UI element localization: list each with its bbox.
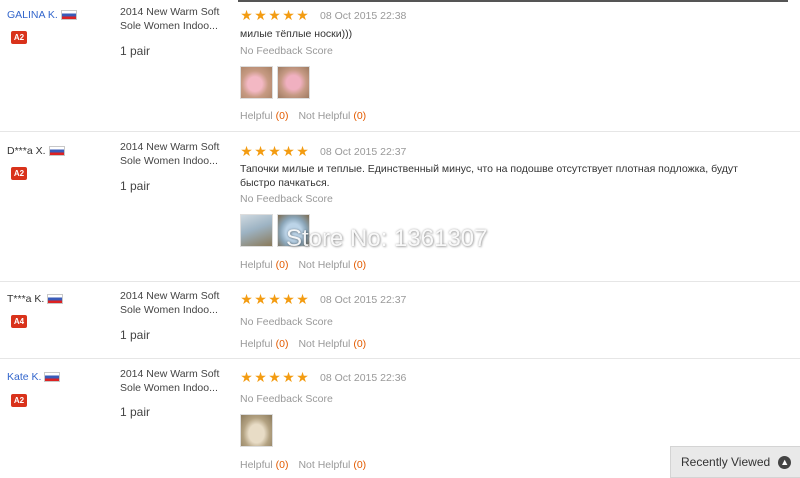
review-photo[interactable]	[240, 66, 273, 99]
russia-flag-icon	[44, 372, 61, 382]
review-comment: Тапочки милые и теплые. Единственный мин…	[240, 163, 738, 189]
review-photo[interactable]	[240, 414, 273, 447]
store-watermark: Store No: 1361307	[286, 225, 488, 252]
review-date: 08 Oct 2015 22:37	[320, 146, 407, 158]
russia-flag-icon	[47, 294, 64, 304]
chevron-up-icon: ▲	[778, 455, 792, 469]
product-name[interactable]: 2014 New Warm Soft Sole Women Indoo...	[120, 289, 228, 317]
review-photo[interactable]	[277, 66, 310, 99]
star-icon: ★	[282, 7, 295, 23]
product-name[interactable]: 2014 New Warm Soft Sole Women Indoo...	[120, 140, 228, 168]
star-icon: ★	[282, 369, 295, 385]
star-icon: ★	[296, 291, 309, 307]
star-rating: ★ ★ ★ ★ ★	[240, 143, 309, 159]
review-row: GALINA K. A2 2014 New Warm Soft Sole Wom…	[0, 0, 800, 132]
review-comment: милые тёплые носки)))	[240, 28, 353, 40]
star-icon: ★	[254, 369, 267, 385]
product-name[interactable]: 2014 New Warm Soft Sole Women Indoo...	[120, 367, 228, 395]
star-icon: ★	[240, 7, 253, 23]
helpful-votes: Helpful (0) Not Helpful (0)	[240, 338, 366, 350]
quantity: 1 pair	[120, 44, 151, 58]
review-date: 08 Oct 2015 22:37	[320, 294, 407, 306]
helpful-button[interactable]: Helpful (0)	[240, 110, 288, 122]
star-icon: ★	[254, 291, 267, 307]
review-row: T***a K. A4 2014 New Warm Soft Sole Wome…	[0, 282, 800, 359]
star-icon: ★	[240, 143, 253, 159]
review-row: D***a X. A2 2014 New Warm Soft Sole Wome…	[0, 132, 800, 282]
not-helpful-button[interactable]: Not Helpful (0)	[298, 338, 366, 350]
star-icon: ★	[240, 291, 253, 307]
russia-flag-icon	[48, 146, 65, 156]
buyer-level-badge: A4	[11, 315, 27, 328]
star-icon: ★	[268, 7, 281, 23]
star-rating: ★ ★ ★ ★ ★	[240, 291, 309, 307]
reviewer-link[interactable]: Kate K.	[7, 371, 41, 383]
star-icon: ★	[268, 143, 281, 159]
star-icon: ★	[296, 143, 309, 159]
review-photo[interactable]	[240, 214, 273, 247]
reviewer-name[interactable]: GALINA K.	[7, 9, 77, 21]
review-date: 08 Oct 2015 22:36	[320, 372, 407, 384]
helpful-button[interactable]: Helpful (0)	[240, 338, 288, 350]
buyer-level-badge: A2	[11, 167, 27, 180]
product-name[interactable]: 2014 New Warm Soft Sole Women Indoo...	[120, 5, 228, 33]
reviewer-link[interactable]: GALINA K.	[7, 9, 58, 21]
feedback-score: No Feedback Score	[240, 45, 333, 57]
quantity: 1 pair	[120, 328, 151, 342]
quantity: 1 pair	[120, 405, 151, 419]
feedback-score: No Feedback Score	[240, 316, 333, 328]
feedback-score: No Feedback Score	[240, 393, 333, 405]
review-date: 08 Oct 2015 22:38	[320, 10, 407, 22]
reviewer-name[interactable]: Kate K.	[7, 371, 61, 383]
reviewer-link[interactable]: T***a K.	[7, 293, 44, 305]
star-icon: ★	[240, 369, 253, 385]
buyer-level-badge: A2	[11, 394, 27, 407]
not-helpful-button[interactable]: Not Helpful (0)	[298, 259, 366, 271]
helpful-votes: Helpful (0) Not Helpful (0)	[240, 259, 366, 271]
star-icon: ★	[268, 369, 281, 385]
not-helpful-button[interactable]: Not Helpful (0)	[298, 110, 366, 122]
star-rating: ★ ★ ★ ★ ★	[240, 369, 309, 385]
helpful-votes: Helpful (0) Not Helpful (0)	[240, 110, 366, 122]
star-icon: ★	[268, 291, 281, 307]
helpful-button[interactable]: Helpful (0)	[240, 259, 288, 271]
star-icon: ★	[296, 369, 309, 385]
not-helpful-button[interactable]: Not Helpful (0)	[298, 459, 366, 471]
recently-viewed-label: Recently Viewed	[681, 455, 771, 469]
star-icon: ★	[296, 7, 309, 23]
star-icon: ★	[282, 143, 295, 159]
helpful-button[interactable]: Helpful (0)	[240, 459, 288, 471]
reviewer-name[interactable]: D***a X.	[7, 145, 65, 157]
russia-flag-icon	[60, 10, 77, 20]
star-rating: ★ ★ ★ ★ ★	[240, 7, 309, 23]
buyer-level-badge: A2	[11, 31, 27, 44]
reviewer-link[interactable]: D***a X.	[7, 145, 46, 157]
helpful-votes: Helpful (0) Not Helpful (0)	[240, 459, 366, 471]
reviewer-name[interactable]: T***a K.	[7, 293, 64, 305]
feedback-score: No Feedback Score	[240, 193, 333, 205]
recently-viewed-button[interactable]: Recently Viewed ▲	[670, 446, 800, 478]
quantity: 1 pair	[120, 179, 151, 193]
star-icon: ★	[254, 143, 267, 159]
star-icon: ★	[282, 291, 295, 307]
star-icon: ★	[254, 7, 267, 23]
